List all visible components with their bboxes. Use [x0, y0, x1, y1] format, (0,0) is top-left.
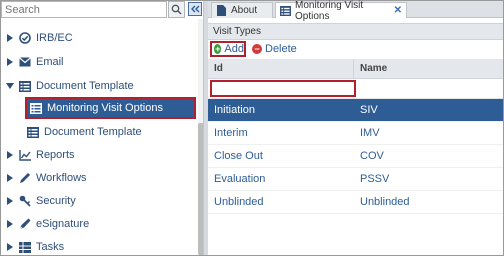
pen-icon	[19, 218, 31, 230]
tree-item-label: Monitoring Visit Options	[47, 102, 163, 114]
chart-icon	[19, 149, 31, 161]
list-icon	[19, 80, 31, 92]
tab-monitoring-visit-options[interactable]: Monitoring Visit Options ✕	[275, 0, 407, 22]
table-row[interactable]: Unblinded Unblinded	[208, 191, 503, 214]
tree-item-label: Email	[36, 56, 64, 68]
close-tab-icon[interactable]: ✕	[394, 5, 402, 16]
tab-about[interactable]: About	[211, 2, 273, 18]
double-chevron-left-icon	[191, 5, 200, 13]
tree-item-label: Workflows	[36, 172, 87, 184]
pencil-icon	[19, 172, 31, 184]
grid-header: Id Name	[208, 59, 503, 79]
check-circle-icon	[19, 32, 31, 44]
cell-id: Close Out	[214, 150, 263, 162]
tree-item-reports[interactable]: Reports	[1, 146, 75, 164]
navigation-panel: IRB/EC Email Document Template Document …	[1, 1, 204, 256]
tree-item-label: IRB/EC	[36, 32, 73, 44]
add-button[interactable]: + Add	[210, 41, 246, 57]
search-button[interactable]	[168, 1, 185, 18]
delete-button[interactable]: − Delete	[252, 41, 297, 57]
tree-item-label: Document Template	[36, 80, 134, 92]
cell-name: SIV	[360, 104, 378, 116]
tree-item-irb-ec[interactable]: IRB/EC	[1, 29, 73, 47]
tree-item-security[interactable]: Security	[1, 192, 76, 210]
tab-label: Monitoring Visit Options	[295, 0, 364, 22]
column-header-id[interactable]: Id	[214, 63, 223, 74]
key-icon	[19, 195, 31, 207]
column-header-name[interactable]: Name	[360, 63, 387, 74]
cell-name: COV	[360, 150, 384, 162]
content-panel: About Monitoring Visit Options ✕ Visit T…	[208, 0, 503, 255]
cell-id: Interim	[214, 127, 248, 139]
plus-icon: +	[214, 44, 222, 54]
cell-id: Evaluation	[214, 173, 266, 185]
collapse-arrow-icon[interactable]	[5, 83, 15, 89]
expand-arrow-icon[interactable]	[5, 197, 15, 205]
panel-title: Visit Types	[208, 23, 503, 40]
tree-item-document-template[interactable]: Document Template	[1, 77, 134, 95]
grid-icon	[19, 241, 31, 253]
filter-row	[208, 79, 503, 99]
list-icon	[30, 102, 42, 114]
tree-item-label: Document Template	[44, 126, 142, 138]
tree-item-label: Security	[36, 195, 76, 207]
list-icon	[27, 126, 39, 138]
expand-arrow-icon[interactable]	[5, 58, 15, 66]
table-row[interactable]: Close Out COV	[208, 145, 503, 168]
tab-bar: About Monitoring Visit Options ✕	[208, 0, 503, 22]
tree-item-monitoring-visit-options[interactable]: Monitoring Visit Options	[25, 97, 196, 119]
expand-arrow-icon[interactable]	[5, 243, 15, 251]
id-filter-input[interactable]	[210, 80, 356, 97]
cell-name: Unblinded	[360, 196, 410, 208]
expand-arrow-icon[interactable]	[5, 220, 15, 228]
add-button-label: Add	[224, 43, 244, 55]
search-input[interactable]	[1, 1, 167, 18]
collapse-panel-button[interactable]	[188, 2, 202, 16]
list-icon	[280, 5, 291, 16]
minus-icon: −	[252, 44, 262, 54]
tree-item-workflows[interactable]: Workflows	[1, 169, 87, 187]
table-row[interactable]: Evaluation PSSV	[208, 168, 503, 191]
table-row[interactable]: Interim IMV	[208, 122, 503, 145]
search-bar	[1, 1, 203, 19]
expand-arrow-icon[interactable]	[5, 151, 15, 159]
tree-item-email[interactable]: Email	[1, 53, 64, 71]
cell-name: PSSV	[360, 173, 390, 185]
tree-item-tasks[interactable]: Tasks	[1, 238, 64, 256]
table-row[interactable]: Initiation SIV	[208, 99, 503, 122]
expand-arrow-icon[interactable]	[5, 34, 15, 42]
grid-toolbar: + Add − Delete	[208, 40, 503, 59]
cell-name: IMV	[360, 127, 380, 139]
cell-id: Unblinded	[214, 196, 264, 208]
envelope-icon	[19, 56, 31, 68]
tree-item-label: Reports	[36, 149, 75, 161]
delete-button-label: Delete	[265, 43, 297, 55]
tree-item-label: Tasks	[36, 241, 65, 253]
tree-item-esignature[interactable]: eSignature	[1, 215, 89, 233]
search-icon	[171, 4, 182, 15]
tree-item-label: eSignature	[36, 218, 90, 230]
expand-arrow-icon[interactable]	[5, 174, 15, 182]
document-icon	[216, 5, 227, 16]
tab-label: About	[231, 5, 258, 16]
column-divider	[353, 59, 354, 79]
tree-item-document-template-child[interactable]: Document Template	[23, 123, 142, 141]
cell-id: Initiation	[214, 104, 255, 116]
